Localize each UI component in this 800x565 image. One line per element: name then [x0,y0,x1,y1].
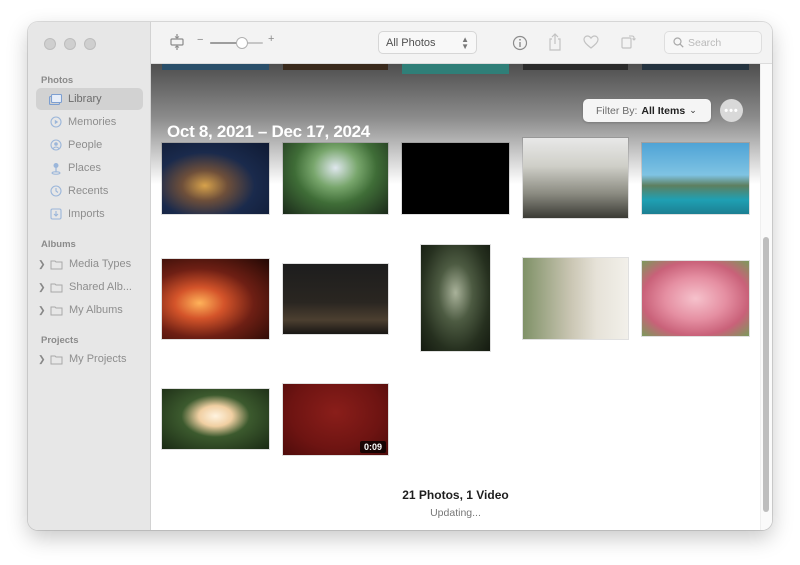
video-thumbnail[interactable]: 0:09 [283,384,388,455]
library-count: 21 Photos, 1 Video [402,488,509,502]
sidebar-item-places[interactable]: Places [36,157,143,179]
sidebar-section-albums: Albums [41,239,76,250]
sidebar-item-my-albums[interactable]: ❯ My Albums [36,299,143,321]
sidebar-item-label: My Projects [69,353,127,365]
photo-thumbnail-bay[interactable] [642,143,749,214]
sidebar-item-label: Imports [68,208,105,220]
info-icon[interactable] [512,35,528,51]
photos-window: Photos Library Memories People Places Re… [28,22,772,530]
photo-grid-area: Oct 8, 2021 – Dec 17, 2024 Filter By: Al… [151,64,772,530]
view-select-value: All Photos [386,36,436,49]
sidebar-item-shared-albums[interactable]: ❯ Shared Alb... [36,276,143,298]
sidebar-item-label: Memories [68,116,117,128]
imports-icon [49,208,62,221]
folder-icon [50,258,63,271]
photo-thumbnail-black[interactable] [402,143,509,214]
memories-icon [49,116,62,129]
sidebar-item-people[interactable]: People [36,134,143,156]
recents-icon [49,185,62,198]
sidebar-item-recents[interactable]: Recents [36,180,143,202]
sidebar-item-imports[interactable]: Imports [36,203,143,225]
minimize-window-button[interactable] [64,38,76,50]
photo-thumbnail-previous[interactable] [402,64,509,74]
search-icon [673,37,684,48]
zoom-in-button[interactable]: + [268,33,274,45]
photo-thumbnail-mountain-night[interactable] [283,264,388,334]
sidebar-item-label: Places [68,162,102,174]
video-duration-badge: 0:09 [359,441,386,453]
folder-icon [50,304,63,317]
sidebar-item-label: Shared Alb... [69,281,132,293]
chevron-right-icon[interactable]: ❯ [38,305,46,316]
chevron-down-icon: ⌄ [689,105,697,115]
sidebar-item-label: My Albums [69,304,123,316]
photo-thumbnail-rose[interactable] [162,389,269,449]
chevron-right-icon[interactable]: ❯ [38,282,46,293]
folder-icon [50,353,63,366]
sidebar: Photos Library Memories People Places Re… [28,22,151,530]
photo-thumbnail-canyon[interactable] [162,259,269,339]
library-icon [49,93,62,106]
photo-thumbnail-dandelions[interactable] [421,245,490,351]
zoom-out-button[interactable]: − [197,34,203,46]
vertical-scrollbar[interactable] [760,64,772,530]
traffic-lights [44,38,96,50]
filter-label: Filter By: [596,104,638,117]
date-range-title: Oct 8, 2021 – Dec 17, 2024 [167,122,370,141]
places-icon [49,162,62,175]
photo-thumbnail-night-city[interactable] [162,143,269,214]
view-select[interactable]: All Photos ▲ ▼ [378,31,477,54]
photo-thumbnail-waterfall[interactable] [283,143,388,214]
scrollbar-thumb[interactable] [763,237,769,512]
sidebar-item-memories[interactable]: Memories [36,111,143,133]
sidebar-item-label: People [68,139,103,151]
sidebar-section-photos: Photos [41,75,74,86]
sidebar-toggle-icon[interactable] [170,34,184,50]
toolbar: − + All Photos ▲ ▼ Search [151,22,772,64]
zoom-window-button[interactable] [84,38,96,50]
close-window-button[interactable] [44,38,56,50]
photo-thumbnail-previous[interactable] [523,64,628,70]
chevron-updown-icon: ▲ ▼ [461,35,469,51]
share-icon[interactable] [547,33,563,51]
chevron-right-icon[interactable]: ❯ [38,259,46,270]
sidebar-item-my-projects[interactable]: ❯ My Projects [36,348,143,370]
photo-thumbnail-tulips[interactable] [642,261,749,336]
sidebar-item-media-types[interactable]: ❯ Media Types [36,253,143,275]
rotate-icon[interactable] [620,33,636,49]
photo-thumbnail-previous[interactable] [642,64,749,70]
people-icon [49,139,62,152]
sidebar-item-label: Library [68,93,102,105]
sidebar-item-library[interactable]: Library [36,88,143,110]
filter-value: All Items [641,104,686,117]
sidebar-item-label: Media Types [69,258,132,270]
photo-thumbnail-cat[interactable] [523,258,628,339]
heart-icon[interactable] [583,35,599,49]
sidebar-item-label: Recents [68,185,109,197]
more-options-button[interactable]: ••• [720,99,743,122]
photo-thumbnail-previous[interactable] [162,64,269,70]
library-status: Updating... [430,507,481,519]
search-placeholder: Search [688,36,722,49]
folder-icon [50,281,63,294]
photo-thumbnail-laptop-screen[interactable] [523,138,628,218]
photo-thumbnail-previous[interactable] [283,64,388,70]
sidebar-section-projects: Projects [41,335,79,346]
chevron-right-icon[interactable]: ❯ [38,354,46,365]
search-field[interactable]: Search [664,31,762,54]
filter-by-button[interactable]: Filter By: All Items ⌄ [583,99,711,122]
zoom-slider-knob[interactable] [236,37,248,49]
ellipsis-icon: ••• [724,104,739,117]
